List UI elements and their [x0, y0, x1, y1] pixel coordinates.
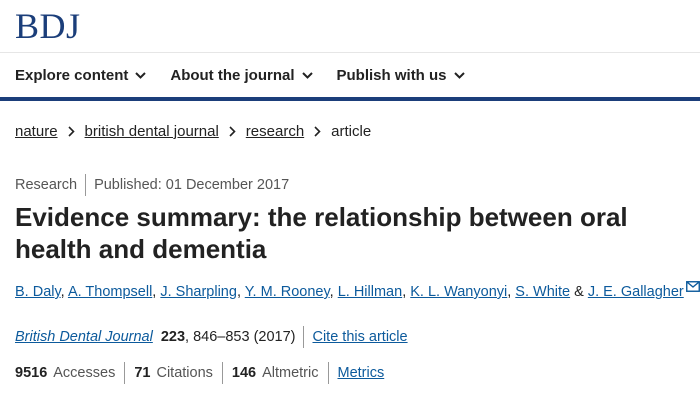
author-link[interactable]: Y. M. Rooney [245, 284, 330, 300]
citation-pages-year: , 846–853 (2017) [185, 329, 296, 345]
nav-explore-content-label: Explore content [15, 67, 129, 84]
author-link[interactable]: J. Sharpling [160, 284, 237, 300]
breadcrumb: nature british dental journal research a… [15, 123, 371, 140]
article-metrics: 9516 Accesses 71 Citations 146 Altmetric… [15, 362, 384, 384]
chevron-right-icon [67, 126, 75, 137]
mail-icon[interactable] [685, 281, 700, 292]
divider [124, 362, 126, 384]
published-date: Published: 01 December 2017 [94, 177, 290, 193]
altmetric-score: 146 [231, 365, 257, 381]
nav-explore-content[interactable]: Explore content [15, 67, 147, 84]
author-link[interactable]: J. E. Gallagher [588, 284, 684, 300]
nav-about-journal[interactable]: About the journal [170, 67, 313, 84]
author-link[interactable]: B. Daly [15, 284, 61, 300]
journal-link[interactable]: British Dental Journal [15, 329, 153, 345]
chevron-right-icon [229, 126, 236, 137]
nav-publish-with-us[interactable]: Publish with us [337, 67, 465, 84]
chevron-down-icon [135, 72, 147, 79]
author-link[interactable]: L. Hillman [338, 284, 402, 300]
author-link[interactable]: A. Thompsell [68, 284, 152, 300]
breadcrumb-link-research[interactable]: research [246, 123, 304, 140]
citations-count: 71 [134, 365, 151, 381]
citations-label: Citations [156, 365, 213, 381]
author-link[interactable]: S. White [515, 284, 570, 300]
divider [303, 326, 305, 348]
divider [327, 362, 329, 384]
main-nav: Explore content About the journal Publis… [0, 53, 700, 98]
citation-line: British Dental Journal 223 , 846–853 (20… [15, 326, 408, 348]
chevron-down-icon [453, 72, 465, 79]
nav-divider [0, 97, 700, 101]
article-type: Research [15, 177, 78, 193]
chevron-right-icon [314, 126, 321, 137]
author-link[interactable]: K. L. Wanyonyi [410, 284, 507, 300]
article-title: Evidence summary: the relationship betwe… [15, 202, 628, 264]
volume: 223 [160, 329, 186, 345]
header-bar: BDJ [0, 0, 700, 53]
nav-publish-with-us-label: Publish with us [336, 67, 447, 84]
chevron-down-icon [301, 72, 313, 79]
metrics-link[interactable]: Metrics [338, 365, 385, 381]
breadcrumb-link-journal[interactable]: british dental journal [85, 123, 219, 140]
breadcrumb-link-nature[interactable]: nature [15, 123, 58, 140]
author-list: B. Daly, A. Thompsell, J. Sharpling, Y. … [15, 281, 700, 300]
breadcrumb-current: article [331, 123, 372, 140]
accesses-label: Accesses [53, 365, 116, 381]
cite-article-link[interactable]: Cite this article [312, 329, 407, 345]
divider [85, 174, 87, 196]
article-meta: Research Published: 01 December 2017 [15, 174, 289, 196]
divider [221, 362, 223, 384]
altmetric-label: Altmetric [262, 365, 319, 381]
accesses-count: 9516 [15, 365, 48, 381]
nav-about-journal-label: About the journal [170, 67, 295, 84]
bdj-logo[interactable]: BDJ [15, 5, 81, 47]
